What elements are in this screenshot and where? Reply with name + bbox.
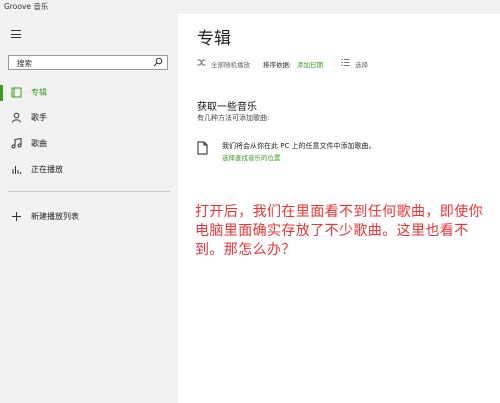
new-playlist-label: 新建播放列表 (31, 212, 79, 221)
empty-state-subheading: 有几种方法可添加歌曲: (197, 114, 270, 122)
toolbar: 全部随机播放 排序依据: 添加日期 选择 (197, 58, 497, 70)
document-icon (197, 141, 208, 155)
sort-dropdown[interactable]: 添加日期 (297, 59, 323, 69)
annotation-text: 打开后，我们在里面看不到任何歌曲，即使你电脑里面确实存放了不少歌曲。这里也看不到… (195, 204, 483, 258)
nav-item-songs[interactable]: 歌曲 (0, 133, 178, 155)
select-button[interactable]: 选择 (355, 59, 368, 69)
nav-item-albums[interactable]: 专辑 (0, 82, 178, 104)
search-icon[interactable] (153, 57, 163, 67)
nav-label: 歌曲 (31, 139, 47, 148)
plus-icon (12, 212, 21, 221)
sidebar-divider (8, 191, 170, 192)
window-title: Groove 音乐 (4, 2, 49, 11)
nav-item-artists[interactable]: 歌手 (0, 107, 178, 129)
album-icon (11, 87, 22, 98)
new-playlist-button[interactable]: 新建播放列表 (0, 206, 178, 228)
shuffle-icon[interactable] (197, 58, 206, 67)
folder-description: 我们将会从你在此 PC 上的任意文件中添加歌曲。 (222, 142, 376, 150)
choose-music-location-link[interactable]: 选择查找音乐的位置 (222, 152, 281, 162)
hamburger-menu-icon[interactable] (11, 30, 21, 38)
music-note-icon (11, 138, 22, 149)
person-icon (12, 112, 21, 123)
nav-label: 专辑 (31, 88, 47, 97)
sidebar: 搜索 专辑 歌手 歌曲 正在播放 新建播放列表 (0, 14, 178, 403)
search-placeholder: 搜索 (17, 59, 32, 68)
title-bar: Groove 音乐 (0, 0, 500, 14)
nav-label: 歌手 (31, 113, 47, 122)
page-title: 专辑 (197, 29, 231, 49)
empty-state-heading: 获取一些音乐 (197, 102, 257, 113)
nav-item-now-playing[interactable]: 正在播放 (0, 159, 178, 181)
select-list-icon[interactable] (341, 58, 350, 67)
nav-label: 正在播放 (31, 165, 63, 174)
search-box[interactable]: 搜索 (8, 55, 168, 70)
shuffle-all-button[interactable]: 全部随机播放 (211, 59, 250, 69)
active-indicator (0, 85, 3, 101)
sort-label: 排序依据: (263, 61, 292, 69)
equalizer-icon (12, 166, 21, 174)
